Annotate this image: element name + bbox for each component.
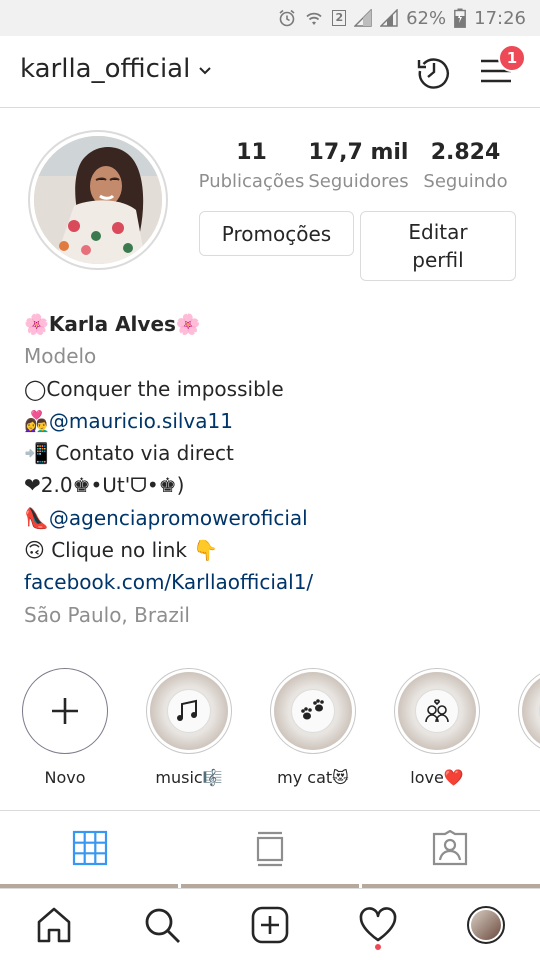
highlight-label: Novo bbox=[44, 768, 86, 787]
signal-icon bbox=[380, 9, 398, 27]
following-label: Seguindo bbox=[423, 171, 508, 192]
category-label: Modelo bbox=[24, 344, 97, 369]
bio-line: 👩‍❤️‍👨@mauricio.silva11 bbox=[24, 405, 524, 437]
profile-bio: 🌸Karla Alves🌸 Modelo ◯Conquer the imposs… bbox=[24, 308, 524, 631]
tab-feed[interactable] bbox=[180, 811, 360, 884]
history-icon bbox=[417, 58, 449, 89]
highlight-label: love❤️ bbox=[410, 768, 464, 787]
highlight-label: music🎼 bbox=[155, 768, 223, 787]
bio-line: ❤2.0♚•ᑌt'ᗜ•♚) bbox=[24, 473, 185, 498]
grid-icon bbox=[72, 830, 108, 865]
activity-dot bbox=[375, 944, 381, 950]
tab-grid[interactable] bbox=[0, 811, 180, 884]
wifi-icon bbox=[304, 9, 324, 27]
posts-count: 11 bbox=[236, 140, 267, 165]
nav-home[interactable] bbox=[0, 889, 108, 960]
couple-emoji: 👩‍❤️‍👨 bbox=[24, 408, 49, 433]
profile-header-bar: karlla_official 1 bbox=[0, 36, 540, 108]
highlight-my-cat[interactable]: my cat😻 bbox=[263, 664, 363, 787]
mention-link[interactable]: @mauricio.silva11 bbox=[49, 409, 233, 433]
home-icon bbox=[37, 907, 71, 942]
profile-tabs bbox=[0, 810, 540, 884]
agency-mention-link[interactable]: @agenciapromoweroficial bbox=[49, 506, 308, 530]
tab-tagged[interactable] bbox=[360, 811, 540, 884]
archive-history-button[interactable] bbox=[414, 51, 454, 91]
status-bar: 2 62% 17:26 bbox=[0, 0, 540, 36]
bio-line: 🙃 Clique no link 👇 bbox=[24, 538, 219, 563]
plus-icon bbox=[52, 698, 78, 724]
profile-avatar bbox=[467, 905, 505, 944]
posts-stat[interactable]: 11 Publicações bbox=[198, 138, 305, 196]
story-highlights: Novo music🎼 my cat😻 love❤️ ph bbox=[0, 664, 540, 794]
feed-icon bbox=[256, 831, 284, 866]
following-count: 2.824 bbox=[430, 140, 501, 165]
highlight-new[interactable]: Novo bbox=[15, 664, 115, 787]
profile-avatar bbox=[34, 136, 162, 264]
chevron-down-icon bbox=[198, 61, 212, 80]
highlight-ph[interactable]: ph bbox=[511, 664, 540, 787]
battery-icon bbox=[454, 8, 467, 28]
username-title: karlla_official bbox=[20, 54, 191, 84]
profile-stats: 11 Publicações 17,7 mil Seguidores 2.824… bbox=[198, 138, 520, 196]
bottom-navigation bbox=[0, 888, 540, 960]
highlight-music[interactable]: music🎼 bbox=[139, 664, 239, 787]
nav-profile[interactable] bbox=[432, 889, 540, 960]
highlight-love[interactable]: love❤️ bbox=[387, 664, 487, 787]
nav-activity[interactable] bbox=[324, 889, 432, 960]
tagged-icon bbox=[432, 829, 468, 865]
nav-add-post[interactable] bbox=[216, 889, 324, 960]
music-notes-icon bbox=[177, 699, 197, 721]
alarm-icon bbox=[278, 9, 296, 27]
account-switcher[interactable]: karlla_official bbox=[20, 54, 212, 84]
signal-icon bbox=[354, 9, 372, 27]
followers-stat[interactable]: 17,7 mil Seguidores bbox=[305, 138, 412, 196]
followers-count: 17,7 mil bbox=[308, 140, 409, 165]
display-name: 🌸Karla Alves🌸 bbox=[24, 312, 201, 336]
bio-line: ◯Conquer the impossible bbox=[24, 376, 284, 401]
heart-icon bbox=[359, 906, 397, 941]
profile-avatar-ring[interactable] bbox=[28, 130, 168, 270]
posts-label: Publicações bbox=[198, 171, 305, 192]
search-icon bbox=[145, 908, 180, 943]
followers-label: Seguidores bbox=[308, 171, 409, 192]
notification-badge: 1 bbox=[498, 44, 526, 72]
promotions-button[interactable]: Promoções bbox=[199, 211, 354, 256]
website-link[interactable]: facebook.com/Karllaofficial1/ bbox=[24, 566, 524, 598]
sim-indicator: 2 bbox=[332, 10, 347, 26]
nav-search[interactable] bbox=[108, 889, 216, 960]
location-label: São Paulo, Brazil bbox=[24, 602, 190, 627]
following-stat[interactable]: 2.824 Seguindo bbox=[412, 138, 519, 196]
clock: 17:26 bbox=[474, 7, 526, 29]
paw-prints-icon bbox=[301, 699, 324, 720]
heels-emoji: 👠 bbox=[24, 505, 49, 530]
add-icon bbox=[251, 906, 289, 943]
highlight-label: ph bbox=[511, 768, 540, 787]
highlight-label: my cat😻 bbox=[277, 768, 349, 787]
couple-icon bbox=[425, 699, 449, 723]
bio-line: 📲 Contato via direct bbox=[24, 441, 234, 466]
battery-percent: 62% bbox=[406, 7, 447, 29]
bio-line: 👠@agenciapromoweroficial bbox=[24, 502, 524, 534]
edit-profile-button[interactable]: Editar perfil bbox=[360, 211, 516, 281]
